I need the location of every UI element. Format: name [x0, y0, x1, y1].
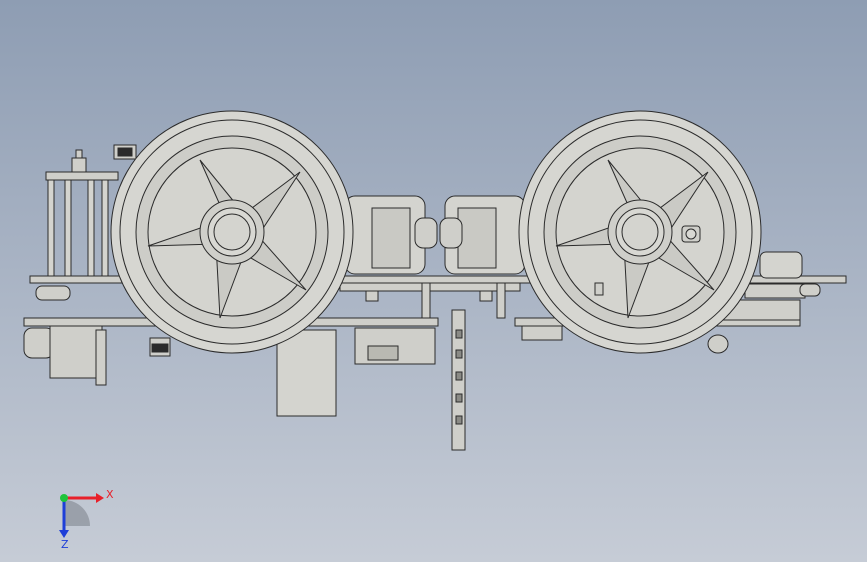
triad-z-label: Z [61, 538, 69, 551]
triad-z-arrow [59, 530, 69, 538]
left-wheel [110, 110, 354, 354]
triad-x-label: X [106, 488, 114, 501]
coordinate-triad-icon: X Z [59, 488, 114, 551]
right-wheel [518, 110, 762, 354]
lower-mount-block [276, 329, 337, 417]
left-drive-motor [49, 325, 103, 379]
cad-viewport[interactable]: X Z [0, 0, 867, 562]
right-sensor-housing [759, 251, 803, 279]
bogie-assembly-model[interactable] [0, 0, 867, 562]
triad-y-axis-dot [60, 494, 68, 502]
left-tower-top-plate [45, 171, 119, 181]
triad-x-arrow [96, 493, 104, 503]
triad-quarter-disc [64, 500, 90, 526]
